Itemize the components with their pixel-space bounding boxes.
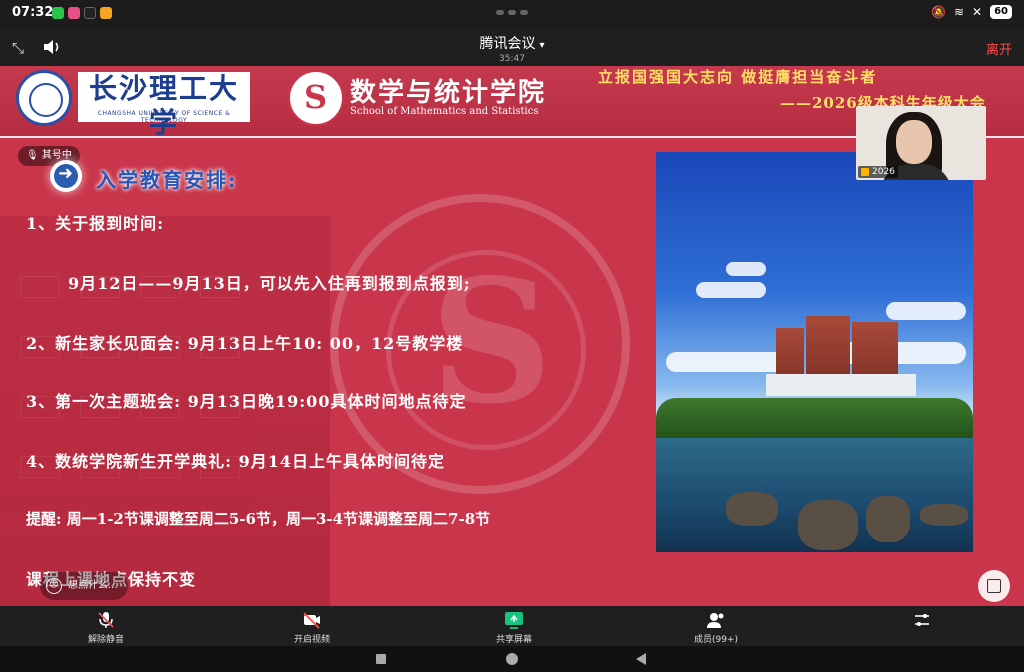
recent-apps-button[interactable] <box>376 654 386 664</box>
quick-reaction-input[interactable]: ☺ 想点什么... <box>40 572 128 600</box>
wechat-icon <box>52 7 64 19</box>
tiktok-icon <box>84 7 96 19</box>
slide-line-1: 1、关于报到时间: <box>26 214 165 233</box>
slide-line-3: 2、新生家长见面会: 9月13日上午10: 00，12号教学楼 <box>26 334 464 353</box>
slide-line-reminder: 提醒: 周一1-2节课调整至周二5-6节，周一3-4节课调整至周二7-8节 <box>26 510 491 528</box>
share-label: 共享屏幕 <box>495 635 532 645</box>
school-name: 数学与统计学院 <box>350 78 547 108</box>
status-bar: 07:32 🔕 ≋ ✕ 60 <box>0 0 1024 28</box>
campus-photo <box>656 152 973 552</box>
section-title: 入学教育安排: <box>96 168 238 192</box>
school-name-en: School of Mathematics and Statistics <box>350 106 539 117</box>
slide-line-5: 4、数统学院新生开学典礼: 9月14日上午具体时间待定 <box>26 452 446 471</box>
battery-icon: 60 <box>990 5 1012 19</box>
school-logo <box>288 70 344 126</box>
home-button[interactable] <box>506 653 518 665</box>
close-icon: ✕ <box>972 5 983 19</box>
meeting-toolbar: 解除静音 开启视频 共享屏幕 成员(99+) <box>0 606 1024 646</box>
wifi-icon: ≋ <box>953 5 965 19</box>
unmute-label: 解除静音 <box>87 635 124 645</box>
smile-icon: ☺ <box>46 578 62 594</box>
meeting-elapsed-time: 35:47 <box>499 54 525 64</box>
tencent-meeting-screen: 07:32 🔕 ≋ ✕ 60 ⤡ 腾讯会议 ▾ 35:47 离开 S 长沙理工大… <box>0 0 1024 672</box>
slogan-line-1: 立报国强国大志向 做挺膺担当奋斗者 <box>598 68 878 86</box>
leave-button[interactable]: 离开 <box>986 39 1012 58</box>
start-video-button[interactable]: 开启视频 <box>272 610 352 645</box>
status-time: 07:32 <box>12 5 54 20</box>
slide-line-4: 3、第一次主题班会: 9月13日晚19:00具体时间地点待定 <box>26 392 467 411</box>
unmute-button[interactable]: 解除静音 <box>66 610 146 645</box>
meeting-title-text: 腾讯会议 <box>479 36 536 52</box>
microphone-icon: 🎙 <box>26 150 39 161</box>
meeting-title-area[interactable]: 腾讯会议 ▾ 35:47 <box>0 33 1024 64</box>
system-nav-bar <box>0 646 1024 672</box>
meeting-title[interactable]: 腾讯会议 ▾ <box>479 36 544 52</box>
notification-icons <box>52 7 112 19</box>
hint-text: 想点什么... <box>68 580 118 591</box>
status-right: 🔕 ≋ ✕ 60 <box>931 5 1012 19</box>
camera-off-icon <box>303 612 320 629</box>
mute-icon: 🔕 <box>931 5 946 19</box>
slide-line-2: 9月12日——9月13日，可以先入住再到报到点报到; <box>68 274 471 293</box>
microphone-muted-icon <box>98 612 114 628</box>
back-button[interactable] <box>636 653 646 665</box>
app-icon <box>68 7 80 19</box>
meeting-header: ⤡ 腾讯会议 ▾ 35:47 离开 <box>0 28 1024 66</box>
user-icon <box>861 168 869 176</box>
university-name-en: CHANGSHA UNIVERSITY OF SCIENCE & TECHNOL… <box>97 110 231 124</box>
sliders-icon <box>915 614 929 626</box>
members-label: 成员(99+) <box>693 635 739 645</box>
members-icon <box>707 613 724 628</box>
notch-indicator <box>496 10 528 15</box>
video-label: 开启视频 <box>293 635 330 645</box>
share-screen-icon <box>505 612 523 629</box>
university-logo <box>16 70 72 126</box>
share-screen-button[interactable]: 共享屏幕 <box>474 610 554 645</box>
participant-name: 2026 <box>872 167 895 177</box>
participant-tag: 2026 <box>858 166 898 178</box>
app-icon <box>100 7 112 19</box>
rotate-screen-button[interactable] <box>978 570 1010 602</box>
self-video-tile[interactable]: 2026 <box>856 106 986 180</box>
settings-button[interactable] <box>882 610 962 632</box>
members-button[interactable]: 成员(99+) <box>676 610 756 645</box>
arrow-right-icon: ➜ <box>50 160 82 192</box>
chevron-down-icon: ▾ <box>539 40 545 51</box>
